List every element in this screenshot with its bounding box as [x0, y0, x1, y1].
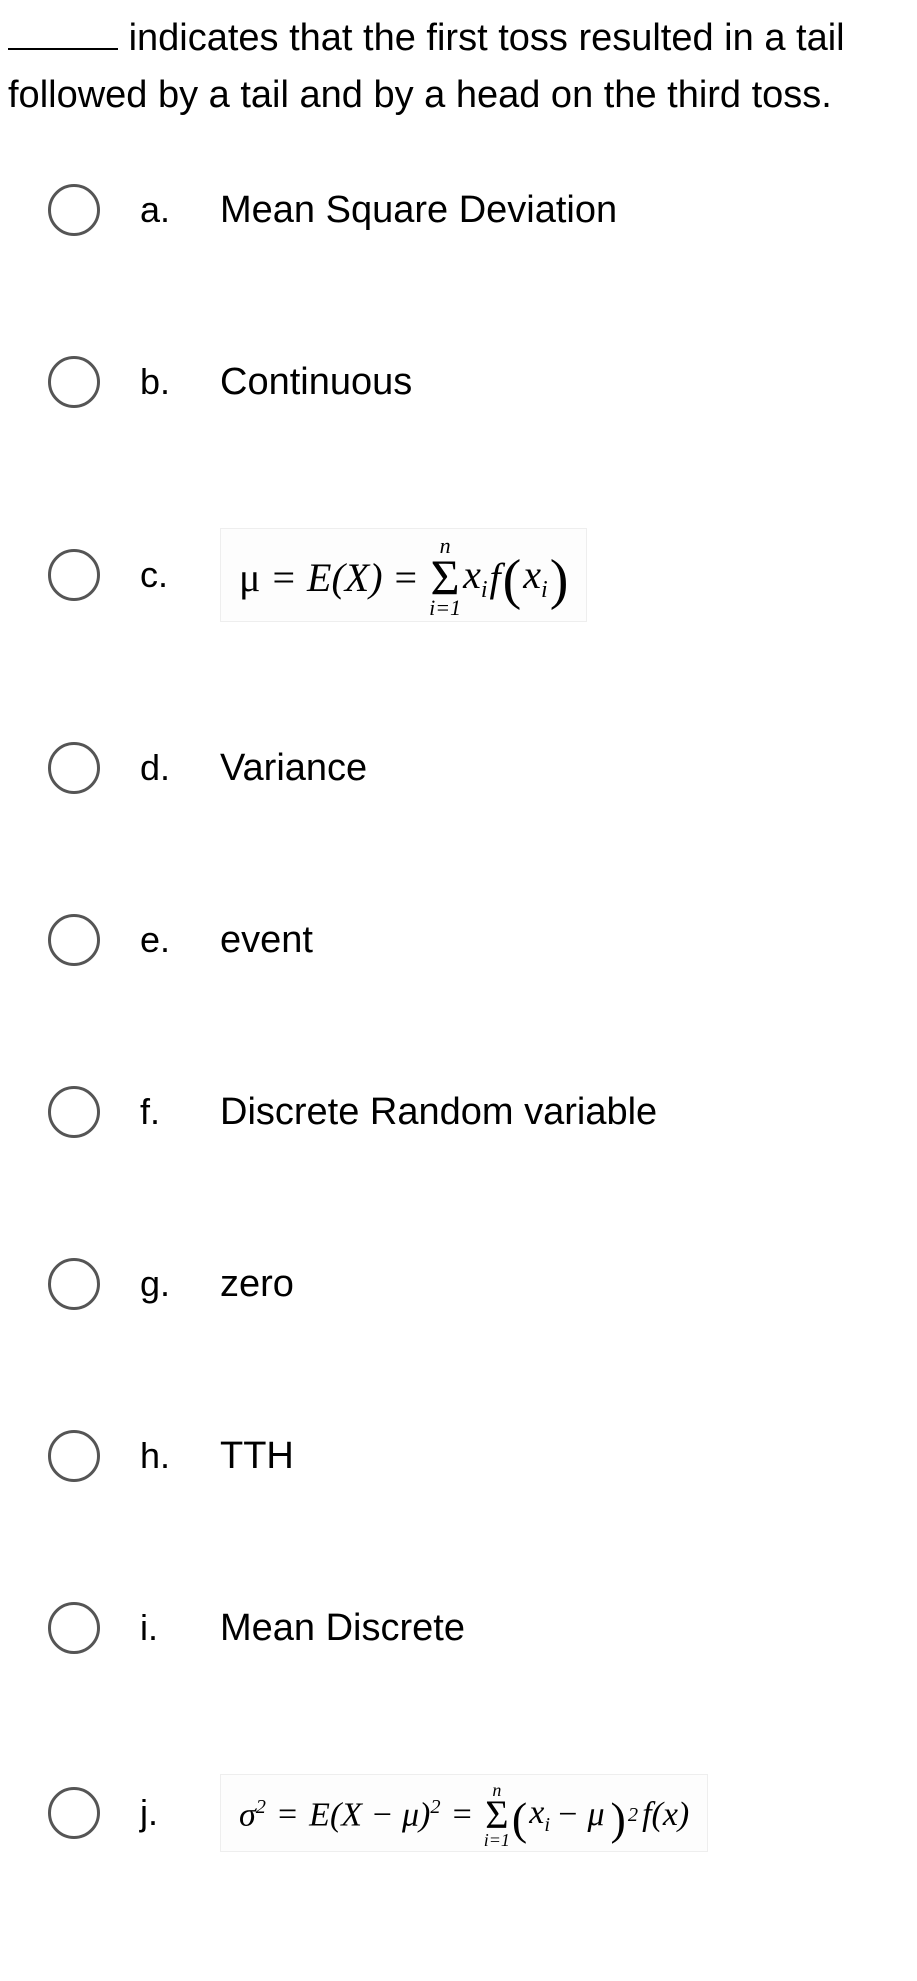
sigma: σ2	[239, 1796, 266, 1834]
option-letter: e.	[140, 919, 200, 961]
formula-j-content: σ2 = E(X − μ)2 = n Σ i=1 ( xi − μ ) 2 f(…	[239, 1781, 689, 1849]
sum-lower: i=1	[484, 1831, 510, 1849]
lparen: (	[512, 1805, 527, 1833]
option-letter: h.	[140, 1435, 200, 1477]
sigma-sym: σ	[239, 1796, 256, 1833]
sigma-symbol: Σ	[485, 1799, 508, 1831]
x: x	[529, 1794, 544, 1831]
option-text: Mean Square Deviation	[220, 189, 617, 232]
option-text: TTH	[220, 1435, 294, 1478]
option-letter: j.	[140, 1792, 200, 1834]
formula-image-c: μ = E(X) = n Σ i=1 xi f ( xi )	[220, 528, 587, 622]
formula-image-j: σ2 = E(X − μ)2 = n Σ i=1 ( xi − μ ) 2 f(…	[220, 1774, 708, 1852]
sq: 2	[430, 1796, 440, 1818]
blank-line	[8, 48, 118, 50]
option-letter: i.	[140, 1607, 200, 1649]
radio-icon[interactable]	[48, 1430, 100, 1482]
radio-icon[interactable]	[48, 1258, 100, 1310]
option-letter: f.	[140, 1091, 200, 1133]
rparen: )	[611, 1805, 626, 1833]
equals: =	[395, 554, 418, 601]
radio-icon[interactable]	[48, 742, 100, 794]
question-body: indicates that the first toss resulted i…	[8, 17, 845, 116]
xi2: xi	[523, 551, 547, 604]
formula-c-content: μ = E(X) = n Σ i=1 xi f ( xi )	[239, 535, 568, 619]
ex: E(X − μ)	[309, 1796, 430, 1833]
rparen: )	[550, 564, 569, 598]
option-b[interactable]: b. Continuous	[48, 356, 909, 408]
radio-icon[interactable]	[48, 914, 100, 966]
summation: n Σ i=1	[484, 1781, 510, 1849]
option-text: zero	[220, 1263, 294, 1306]
ex-mu: E(X − μ)2	[309, 1796, 440, 1834]
f: f	[490, 554, 501, 601]
option-letter: d.	[140, 747, 200, 789]
option-g[interactable]: g. zero	[48, 1258, 909, 1310]
option-h[interactable]: h. TTH	[48, 1430, 909, 1482]
x: x	[523, 552, 541, 597]
lparen: (	[503, 564, 522, 598]
xi: xi	[463, 551, 487, 604]
radio-icon[interactable]	[48, 1602, 100, 1654]
xi: xi	[529, 1794, 550, 1837]
sq: 2	[628, 1804, 638, 1827]
fx: f(x)	[642, 1796, 689, 1834]
option-a[interactable]: a. Mean Square Deviation	[48, 184, 909, 236]
expected-x: E(X)	[307, 554, 383, 601]
equals: =	[453, 1796, 472, 1834]
option-c[interactable]: c. μ = E(X) = n Σ i=1 xi f ( xi )	[48, 528, 909, 622]
option-f[interactable]: f. Discrete Random variable	[48, 1086, 909, 1138]
option-d[interactable]: d. Variance	[48, 742, 909, 794]
radio-icon[interactable]	[48, 184, 100, 236]
sub-i: i	[541, 577, 548, 603]
option-text: Mean Discrete	[220, 1607, 465, 1650]
option-letter: b.	[140, 361, 200, 403]
radio-icon[interactable]	[48, 1086, 100, 1138]
radio-icon[interactable]	[48, 549, 100, 601]
sub-i: i	[544, 1813, 550, 1835]
mu-symbol: μ	[239, 554, 260, 601]
option-text: Variance	[220, 747, 367, 790]
option-letter: g.	[140, 1263, 200, 1305]
option-i[interactable]: i. Mean Discrete	[48, 1602, 909, 1654]
option-text: Continuous	[220, 361, 412, 404]
x: x	[463, 552, 481, 597]
sq: 2	[256, 1796, 266, 1818]
sub-i: i	[481, 577, 488, 603]
option-text: event	[220, 919, 313, 962]
summation: n Σ i=1	[429, 535, 461, 619]
option-e[interactable]: e. event	[48, 914, 909, 966]
equals: =	[278, 1796, 297, 1834]
sum-lower: i=1	[429, 597, 461, 619]
options-list: a. Mean Square Deviation b. Continuous c…	[8, 184, 909, 1852]
radio-icon[interactable]	[48, 356, 100, 408]
radio-icon[interactable]	[48, 1787, 100, 1839]
option-text: Discrete Random variable	[220, 1091, 657, 1134]
sigma-symbol: Σ	[431, 557, 460, 597]
equals: =	[272, 554, 295, 601]
question-text: indicates that the first toss resulted i…	[8, 10, 909, 124]
option-letter: c.	[140, 554, 200, 596]
option-j[interactable]: j. σ2 = E(X − μ)2 = n Σ i=1 ( xi − μ ) 2…	[48, 1774, 909, 1852]
minus-mu: − μ	[556, 1796, 605, 1834]
option-letter: a.	[140, 189, 200, 231]
